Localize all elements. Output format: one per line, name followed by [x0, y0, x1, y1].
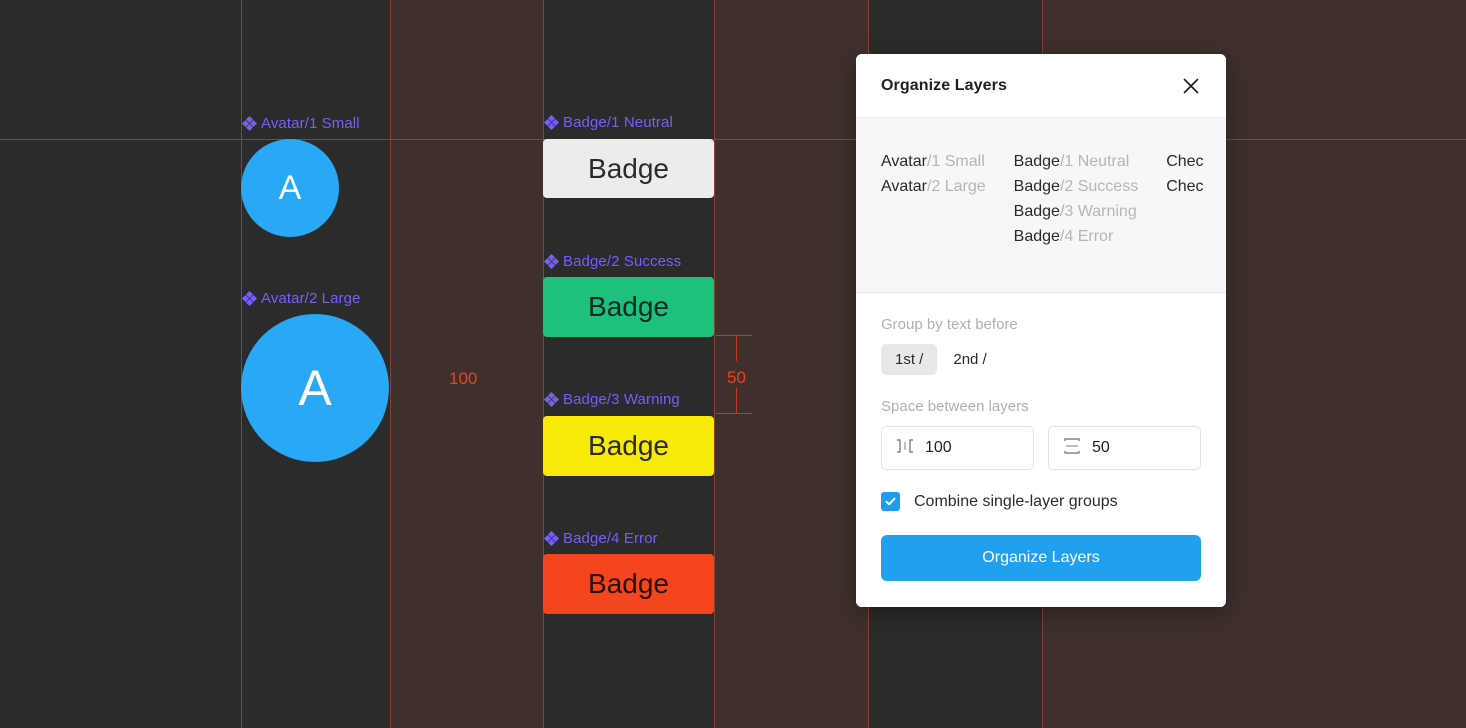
preview-item-prefix: Avatar [881, 178, 927, 195]
dialog-header: Organize Layers [856, 54, 1226, 118]
close-icon[interactable] [1176, 71, 1206, 101]
preview-item-suffix: /3 Warning [1059, 203, 1137, 220]
component-icon [543, 530, 560, 547]
combine-checkbox-label: Combine single-layer groups [914, 492, 1118, 510]
organize-layers-dialog: Organize Layers Avatar/1 Small Avatar/2 … [856, 54, 1226, 607]
horizontal-spacing-icon [895, 438, 915, 459]
badge-1-neutral[interactable]: Badge [543, 139, 714, 198]
preview-item: Chec [1166, 152, 1203, 171]
spacing-band [714, 0, 868, 728]
measurement-tick-bottom [716, 413, 752, 414]
guide-line-horizontal [0, 139, 1466, 140]
combine-checkbox[interactable] [881, 492, 900, 511]
preview-item-prefix: Badge [1013, 178, 1060, 195]
preview-item: Badge/1 Neutral [1014, 152, 1139, 171]
group-by-option-2nd[interactable]: 2nd / [939, 344, 1000, 375]
preview-item-prefix: Avatar [881, 153, 927, 170]
preview-item-suffix: /2 Success [1059, 178, 1139, 195]
preview-column-checkbox: Chec Chec [1166, 152, 1203, 246]
vertical-spacing-value: 50 [1092, 439, 1110, 456]
preview-column-avatar: Avatar/1 Small Avatar/2 Large [881, 152, 986, 246]
guide-line-vertical [390, 0, 391, 728]
organize-layers-button[interactable]: Organize Layers [881, 535, 1201, 581]
guide-line-vertical [714, 0, 715, 728]
preview-item: Avatar/2 Large [881, 177, 986, 196]
component-icon [241, 290, 258, 307]
preview-item: Badge/4 Error [1014, 227, 1139, 246]
badge-text: Badge [588, 152, 669, 184]
avatar-2-large[interactable]: A [241, 314, 389, 462]
preview-item: Badge/3 Warning [1014, 202, 1139, 221]
measurement-line [736, 388, 737, 413]
horizontal-spacing-input[interactable]: 100 [881, 426, 1034, 470]
dialog-options: Group by text before 1st / 2nd / Space b… [856, 293, 1226, 607]
layer-label-text: Badge/2 Success [563, 253, 682, 270]
badge-3-warning[interactable]: Badge [543, 416, 714, 476]
avatar-initial: A [298, 360, 332, 416]
layer-label-text: Badge/4 Error [563, 530, 658, 547]
preview-item-suffix: /2 Large [926, 178, 986, 195]
preview-item-prefix: Chec [1166, 153, 1204, 170]
layer-label-avatar-2-large[interactable]: Avatar/2 Large [241, 290, 361, 307]
vertical-spacing-input[interactable]: 50 [1048, 426, 1201, 470]
preview-item-suffix: /1 Neutral [1059, 153, 1130, 170]
preview-item-prefix: Chec [1166, 178, 1204, 195]
layer-label-badge-2-success[interactable]: Badge/2 Success [543, 253, 682, 270]
layer-preview: Avatar/1 Small Avatar/2 Large Badge/1 Ne… [856, 118, 1226, 293]
layer-label-text: Badge/1 Neutral [563, 114, 673, 131]
guide-line-vertical [241, 0, 242, 728]
layer-label-badge-4-error[interactable]: Badge/4 Error [543, 530, 658, 547]
spacing-inputs: 100 50 [881, 426, 1201, 470]
measurement-tick-top [716, 335, 752, 336]
layer-label-text: Avatar/2 Large [261, 290, 361, 307]
preview-item: Badge/2 Success [1014, 177, 1139, 196]
preview-item-suffix: /4 Error [1059, 228, 1114, 245]
layer-label-text: Badge/3 Warning [563, 391, 680, 408]
guide-line-vertical [543, 0, 544, 728]
measurement-horizontal-gap: 100 [449, 369, 478, 388]
preview-item-prefix: Badge [1013, 203, 1060, 220]
layer-label-text: Avatar/1 Small [261, 115, 360, 132]
badge-4-error[interactable]: Badge [543, 554, 714, 614]
badge-text: Badge [588, 430, 669, 461]
badge-text: Badge [588, 291, 669, 322]
badge-2-success[interactable]: Badge [543, 277, 714, 337]
design-canvas[interactable]: Avatar/1 Small A Avatar/2 Large A Badge/… [0, 0, 1466, 728]
vertical-spacing-icon [1062, 437, 1082, 460]
component-icon [543, 253, 560, 270]
layer-label-badge-3-warning[interactable]: Badge/3 Warning [543, 391, 680, 408]
layer-label-avatar-1-small[interactable]: Avatar/1 Small [241, 115, 360, 132]
preview-column-badge: Badge/1 Neutral Badge/2 Success Badge/3 … [1014, 152, 1139, 246]
preview-item-prefix: Badge [1013, 228, 1060, 245]
component-icon [543, 391, 560, 408]
badge-text: Badge [588, 568, 669, 599]
preview-item-suffix: /1 Small [926, 153, 985, 170]
group-by-option-1st[interactable]: 1st / [881, 344, 938, 375]
preview-columns: Avatar/1 Small Avatar/2 Large Badge/1 Ne… [881, 152, 1226, 246]
group-by-segmented-control[interactable]: 1st / 2nd / [881, 344, 1201, 375]
horizontal-spacing-value: 100 [925, 439, 952, 456]
group-by-label: Group by text before [881, 316, 1018, 333]
measurement-line [736, 335, 737, 361]
layer-label-badge-1-neutral[interactable]: Badge/1 Neutral [543, 114, 673, 131]
dialog-title: Organize Layers [881, 76, 1007, 94]
avatar-1-small[interactable]: A [241, 139, 339, 237]
avatar-initial: A [278, 168, 302, 207]
preview-item: Avatar/1 Small [881, 152, 986, 171]
spacing-band [390, 0, 543, 728]
preview-item-prefix: Badge [1013, 153, 1060, 170]
preview-item: Chec [1166, 177, 1203, 196]
combine-single-layer-groups-row[interactable]: Combine single-layer groups [881, 492, 1201, 511]
component-icon [241, 115, 258, 132]
component-icon [543, 114, 560, 131]
measurement-vertical-gap: 50 [727, 368, 746, 387]
spacing-label: Space between layers [881, 398, 1029, 415]
